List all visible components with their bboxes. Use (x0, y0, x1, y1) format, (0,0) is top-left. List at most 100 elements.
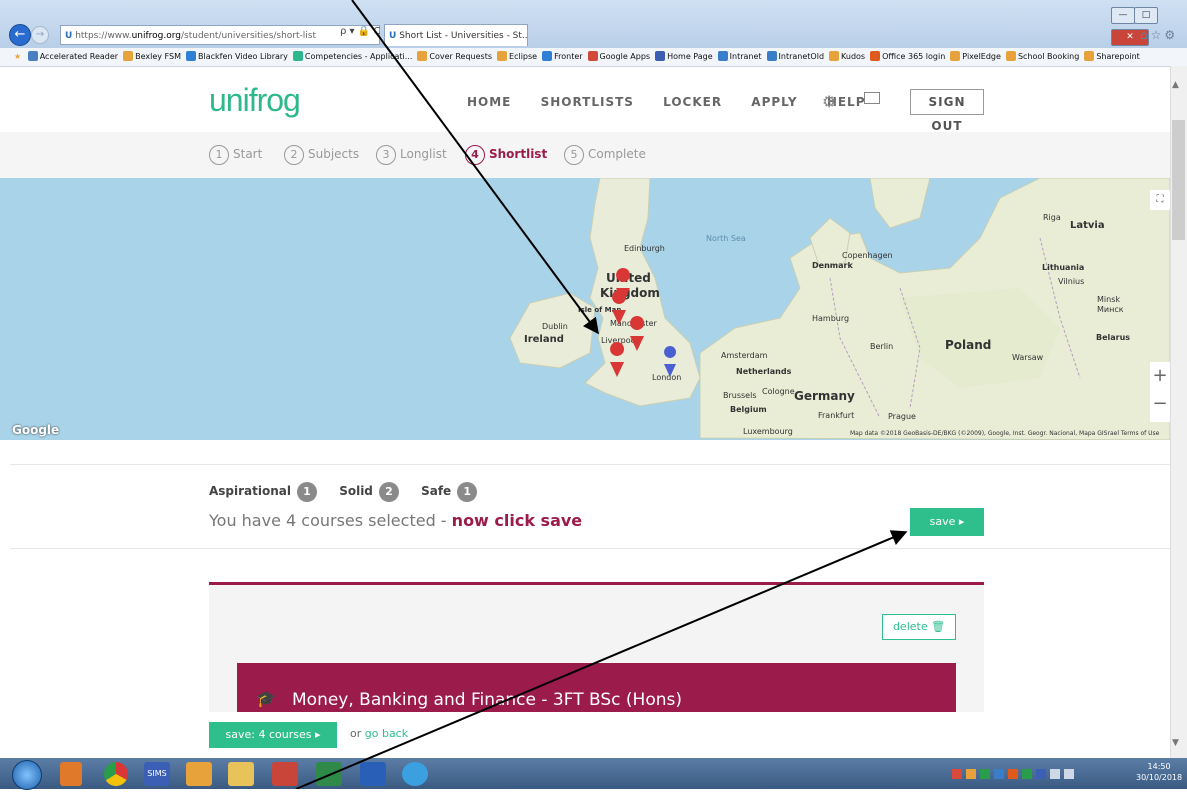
favorite-icon (27, 51, 38, 61)
selected-prefix: You have 4 courses selected - (209, 511, 452, 530)
clock-time: 14:50 (1147, 762, 1171, 771)
favorite-link[interactable]: Home Page (655, 48, 713, 66)
go-back-link[interactable]: go back (365, 727, 408, 740)
word-icon[interactable] (360, 762, 386, 786)
step-number: 5 (564, 145, 584, 165)
sign-out-button[interactable]: SIGN OUT (910, 89, 984, 133)
nav-home[interactable]: HOME (467, 95, 511, 109)
favorite-link[interactable]: Intranet (717, 48, 762, 66)
map-zoom-controls: + − (1150, 362, 1170, 422)
map-label-hamburg: Hamburg (812, 314, 849, 323)
map-label-frankfurt: Frankfurt (818, 411, 854, 420)
map-label-london: London (652, 373, 681, 382)
minimize-button[interactable]: — (1111, 7, 1135, 24)
nav-locker[interactable]: LOCKER (663, 95, 722, 109)
favorite-icon (417, 51, 428, 61)
scrollbar-thumb[interactable] (1172, 120, 1185, 240)
delete-button[interactable]: delete 🗑 (882, 614, 956, 640)
tray-icons (952, 769, 1074, 779)
selected-cta: now click save (451, 511, 583, 530)
fullscreen-icon[interactable]: ⛶ (1150, 190, 1170, 210)
map-canvas[interactable]: Edinburgh North Sea United Kingdom Isle … (0, 178, 1170, 440)
sims-icon[interactable]: SIMS (144, 762, 170, 786)
aspirational-label: Aspirational (209, 484, 291, 498)
favorite-link[interactable]: Fronter (542, 48, 583, 66)
course-title[interactable]: Money, Banking and Finance - 3FT BSc (Ho… (292, 690, 682, 710)
file-explorer-icon[interactable] (228, 762, 254, 786)
browser-tab[interactable]: U Short List - Universities - St... × (384, 24, 528, 46)
favorite-link[interactable]: Office 365 login (870, 48, 945, 66)
internet-explorer-icon[interactable] (402, 762, 428, 786)
map-attribution[interactable]: Map data ©2018 GeoBasis-DE/BKG (©2009), … (850, 430, 1159, 437)
favorites-star-icon[interactable]: ★ (14, 52, 21, 61)
favorite-label: Home Page (667, 52, 713, 61)
onenote-icon[interactable] (186, 762, 212, 786)
step-subjects[interactable]: 2 Subjects (284, 145, 359, 165)
favorite-link[interactable]: Kudos (829, 48, 865, 66)
excel-icon[interactable] (316, 762, 342, 786)
map-label-cologne: Cologne (762, 387, 795, 396)
favorite-link[interactable]: Accelerated Reader (27, 48, 118, 66)
favorite-icon (655, 51, 666, 61)
favorite-icon (950, 51, 961, 61)
favorite-link[interactable]: Competencies - Applicati... (292, 48, 413, 66)
favorite-link[interactable]: Bexley FSM (123, 48, 181, 66)
settings-gear-icon[interactable]: ⚙ (822, 92, 836, 111)
outlook-icon[interactable] (60, 762, 82, 786)
nav-apply[interactable]: APPLY (751, 95, 797, 109)
mail-icon[interactable] (864, 92, 880, 104)
powerpoint-icon[interactable] (272, 762, 298, 786)
scroll-up-arrow-icon[interactable]: ▲ (1172, 80, 1179, 90)
tab-title: Short List - Universities - St... (399, 31, 528, 41)
scroll-down-arrow-icon[interactable]: ▼ (1172, 738, 1179, 748)
tab-favicon: U (389, 31, 397, 41)
favorite-label: Blackfen Video Library (197, 52, 288, 61)
map-label-ireland: Ireland (524, 334, 564, 345)
step-number: 4 (465, 145, 485, 165)
maximize-button[interactable]: □ (1134, 7, 1158, 24)
address-bar[interactable]: U https://www.unifrog.org/student/univer… (60, 25, 380, 45)
map-label-minsk-cyrillic: Минск (1097, 305, 1124, 314)
save-button[interactable]: save ▸ (910, 508, 984, 536)
favorite-label: Google Apps (599, 52, 651, 61)
favorite-link[interactable]: Blackfen Video Library (185, 48, 288, 66)
favorite-link[interactable]: Sharepoint (1084, 48, 1140, 66)
browser-toolbar-icons[interactable]: ⌂☆⚙ (1140, 28, 1178, 42)
forward-button[interactable]: → (31, 26, 49, 44)
address-bar-icons[interactable]: ρ ▾ 🔒 C (340, 26, 380, 37)
zoom-out-button[interactable]: − (1150, 390, 1170, 418)
taskbar-clock[interactable]: 14:50 30/10/2018 (1136, 761, 1182, 783)
step-complete[interactable]: 5 Complete (564, 145, 646, 165)
favorite-link[interactable]: Google Apps (587, 48, 651, 66)
favorite-label: School Booking (1017, 52, 1080, 61)
divider (10, 464, 1170, 465)
nav-shortlists[interactable]: SHORTLISTS (541, 95, 634, 109)
favorite-label: Eclipse (509, 52, 538, 61)
step-label: Subjects (308, 147, 360, 161)
google-logo[interactable]: Google (12, 423, 59, 437)
step-shortlist[interactable]: 4 Shortlist (465, 145, 547, 165)
save-courses-button[interactable]: save: 4 courses ▸ (209, 722, 337, 748)
chrome-icon[interactable] (104, 762, 128, 786)
favorite-label: IntranetOld (778, 52, 825, 61)
favorite-icon (587, 51, 598, 61)
favorite-link[interactable]: Cover Requests (417, 48, 492, 66)
step-longlist[interactable]: 3 Longlist (376, 145, 447, 165)
favorite-link[interactable]: PixelEdge (950, 48, 1001, 66)
start-button-icon[interactable] (12, 760, 42, 790)
university-map[interactable]: Edinburgh North Sea United Kingdom Isle … (0, 178, 1170, 440)
favorite-icon (292, 51, 303, 61)
step-start[interactable]: 1 Start (209, 145, 262, 165)
unifrog-logo[interactable]: unifrog (209, 82, 301, 119)
favorite-label: Competencies - Applicati... (304, 52, 413, 61)
back-button[interactable]: ← (9, 24, 31, 46)
zoom-in-button[interactable]: + (1150, 362, 1170, 390)
favorite-link[interactable]: Eclipse (497, 48, 537, 66)
selected-courses-message: You have 4 courses selected - now click … (209, 511, 582, 530)
map-label-berlin: Berlin (870, 342, 893, 351)
favorite-link[interactable]: IntranetOld (766, 48, 825, 66)
map-label-belarus: Belarus (1096, 333, 1130, 342)
map-label-amsterdam: Amsterdam (721, 351, 768, 360)
favorite-icon (717, 51, 728, 61)
favorite-link[interactable]: School Booking (1005, 48, 1080, 66)
